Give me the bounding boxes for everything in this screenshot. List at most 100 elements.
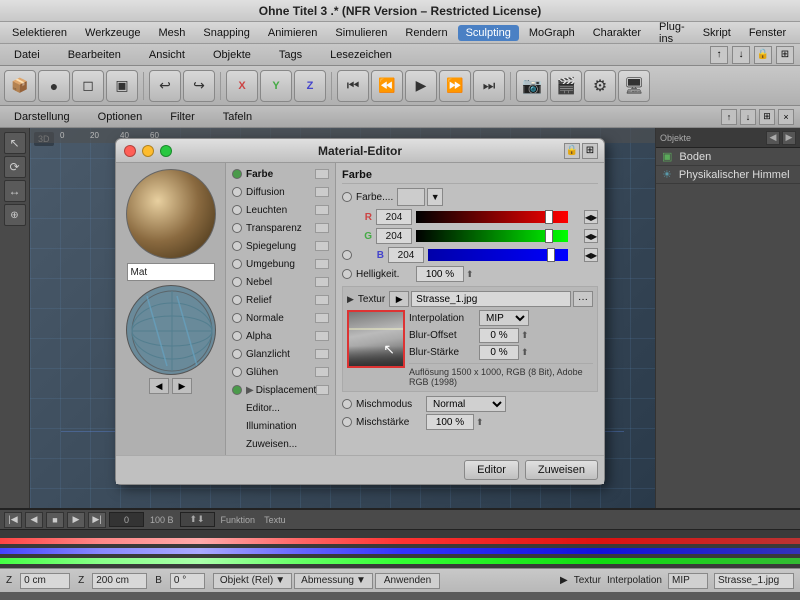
- toolbar-undo-btn[interactable]: ↩: [149, 70, 181, 102]
- toolbar-render-region-btn[interactable]: 🎬: [550, 70, 582, 102]
- tl-play-btn[interactable]: ▶: [67, 512, 85, 528]
- channel-zuweisen[interactable]: Zuweisen...: [226, 435, 335, 453]
- menu-mograph[interactable]: MoGraph: [521, 25, 583, 41]
- menu-plugins[interactable]: Plug-ins: [651, 19, 693, 47]
- channel-normale[interactable]: Normale: [226, 309, 335, 327]
- texture-filename-display[interactable]: Strasse_1.jpg: [411, 291, 571, 307]
- b-value-box[interactable]: 204: [388, 247, 424, 263]
- channel-illumination[interactable]: Illumination: [226, 417, 335, 435]
- channel-farbe[interactable]: Farbe: [226, 165, 335, 183]
- mat-min-btn[interactable]: [142, 145, 154, 157]
- menu-darstellung[interactable]: Darstellung: [6, 109, 78, 125]
- small-icon3[interactable]: ⊞: [759, 109, 775, 125]
- toolbar-edges-btn[interactable]: ◻: [72, 70, 104, 102]
- tl-prev-key-btn[interactable]: |◀: [4, 512, 22, 528]
- toolbar-step-fwd-btn[interactable]: ⏩: [439, 70, 471, 102]
- menu-tags[interactable]: Tags: [271, 47, 310, 63]
- left-tool-1[interactable]: ↖: [4, 132, 26, 154]
- g-value-box[interactable]: 204: [376, 228, 412, 244]
- menu-mesh[interactable]: Mesh: [150, 25, 193, 41]
- lock-icon[interactable]: 🔒: [754, 46, 772, 64]
- toolbar-polys-btn[interactable]: ▣: [106, 70, 138, 102]
- mat-close-btn[interactable]: [124, 145, 136, 157]
- menu-objekte[interactable]: Objekte: [205, 47, 259, 63]
- tex-interpolation-select[interactable]: MIP: [479, 310, 529, 326]
- channel-gluehen[interactable]: Glühen: [226, 363, 335, 381]
- channel-spiegelung[interactable]: Spiegelung: [226, 237, 335, 255]
- mischstaerke-value[interactable]: 100 %: [426, 414, 474, 430]
- mischmodus-check[interactable]: [342, 399, 352, 409]
- small-icon4[interactable]: ×: [778, 109, 794, 125]
- menu-simulieren[interactable]: Simulieren: [327, 25, 395, 41]
- mat-name-input[interactable]: [127, 263, 215, 281]
- left-tool-4[interactable]: ⊕: [4, 204, 26, 226]
- abmessung-btn[interactable]: Abmessung ▼: [294, 573, 373, 589]
- mat-expand-icon[interactable]: ⊞: [582, 143, 598, 159]
- right-panel-item-boden[interactable]: ▣ Boden: [656, 148, 800, 166]
- menu-animieren[interactable]: Animieren: [260, 25, 326, 41]
- menu-optionen[interactable]: Optionen: [90, 109, 151, 125]
- anwenden-btn[interactable]: Anwenden: [375, 573, 440, 589]
- texture-toggle-btn[interactable]: ▶: [389, 291, 409, 307]
- mat-lock-icon[interactable]: 🔒: [564, 143, 580, 159]
- menu-werkzeuge[interactable]: Werkzeuge: [77, 25, 148, 41]
- helligkeit-dot[interactable]: [342, 269, 352, 279]
- toolbar-render-view-btn[interactable]: 🖥: [618, 70, 650, 102]
- toolbar-model-btn[interactable]: 📦: [4, 70, 36, 102]
- toolbar-x-axis-btn[interactable]: X: [226, 70, 258, 102]
- menu-lesezeichen[interactable]: Lesezeichen: [322, 47, 400, 63]
- menu-selektieren[interactable]: Selektieren: [4, 25, 75, 41]
- toolbar-play-btn[interactable]: ▶: [405, 70, 437, 102]
- r-slider-thumb[interactable]: [545, 210, 553, 224]
- menu-filter[interactable]: Filter: [162, 109, 202, 125]
- arrow-up-icon[interactable]: ↑: [710, 46, 728, 64]
- mischmodus-select[interactable]: Normal: [426, 396, 506, 412]
- small-icon2[interactable]: ↓: [740, 109, 756, 125]
- mat-prev-btn[interactable]: ◀: [149, 378, 169, 394]
- b-slider-thumb[interactable]: [547, 248, 555, 262]
- channel-relief[interactable]: Relief: [226, 291, 335, 309]
- farbe-dot-check[interactable]: [342, 192, 352, 202]
- tl-next-key-btn[interactable]: ▶|: [88, 512, 106, 528]
- menu-skript[interactable]: Skript: [695, 25, 739, 41]
- channel-displacement[interactable]: ▶ Displacement: [226, 381, 335, 399]
- status-z-value1[interactable]: 0 cm: [20, 573, 70, 589]
- helligkeit-arrow[interactable]: ⬆: [466, 269, 474, 280]
- channel-editor[interactable]: Editor...: [226, 399, 335, 417]
- tex-blur-staerke-arrow[interactable]: ⬆: [521, 347, 529, 358]
- menu-datei[interactable]: Datei: [6, 47, 48, 63]
- panel-btn-1[interactable]: ◀: [766, 131, 780, 145]
- menu-rendern[interactable]: Rendern: [397, 25, 455, 41]
- toolbar-z-axis-btn[interactable]: Z: [294, 70, 326, 102]
- helligkeit-value[interactable]: 100 %: [416, 266, 464, 282]
- toolbar-y-axis-btn[interactable]: Y: [260, 70, 292, 102]
- g-arrow-btn[interactable]: ◀▶: [584, 229, 598, 243]
- left-tool-3[interactable]: ↔: [4, 180, 26, 202]
- obj-rel-btn[interactable]: Objekt (Rel) ▼: [213, 573, 292, 589]
- expand-icon[interactable]: ⊞: [776, 46, 794, 64]
- mischstaerke-check[interactable]: [342, 417, 352, 427]
- status-b-value[interactable]: 0 °: [170, 573, 205, 589]
- mat-editor-btn[interactable]: Editor: [464, 460, 519, 480]
- tex-blur-staerke-value[interactable]: 0 %: [479, 345, 519, 360]
- mat-next-btn[interactable]: ▶: [172, 378, 192, 394]
- channel-diffusion[interactable]: Diffusion: [226, 183, 335, 201]
- panel-btn-2[interactable]: ▶: [782, 131, 796, 145]
- arrow-down-icon[interactable]: ↓: [732, 46, 750, 64]
- toolbar-play-back-btn[interactable]: ⏮: [337, 70, 369, 102]
- channel-glanzlicht[interactable]: Glanzlicht: [226, 345, 335, 363]
- mat-zuweisen-btn[interactable]: Zuweisen: [525, 460, 598, 480]
- texture-preview-thumbnail[interactable]: ↖: [347, 310, 405, 368]
- channel-nebel[interactable]: Nebel: [226, 273, 335, 291]
- texture-dots-btn[interactable]: ···: [573, 291, 593, 307]
- b-dot[interactable]: [342, 250, 352, 260]
- tex-blur-offset-arrow[interactable]: ⬆: [521, 330, 529, 341]
- channel-transparenz[interactable]: Transparenz: [226, 219, 335, 237]
- menu-sculpting[interactable]: Sculpting: [458, 25, 519, 41]
- toolbar-render-btn[interactable]: 📷: [516, 70, 548, 102]
- farbe-color-swatch[interactable]: [397, 188, 425, 206]
- channel-umgebung[interactable]: Umgebung: [226, 255, 335, 273]
- channel-leuchten[interactable]: Leuchten: [226, 201, 335, 219]
- b-arrow-btn[interactable]: ◀▶: [584, 248, 598, 262]
- menu-ansicht[interactable]: Ansicht: [141, 47, 193, 63]
